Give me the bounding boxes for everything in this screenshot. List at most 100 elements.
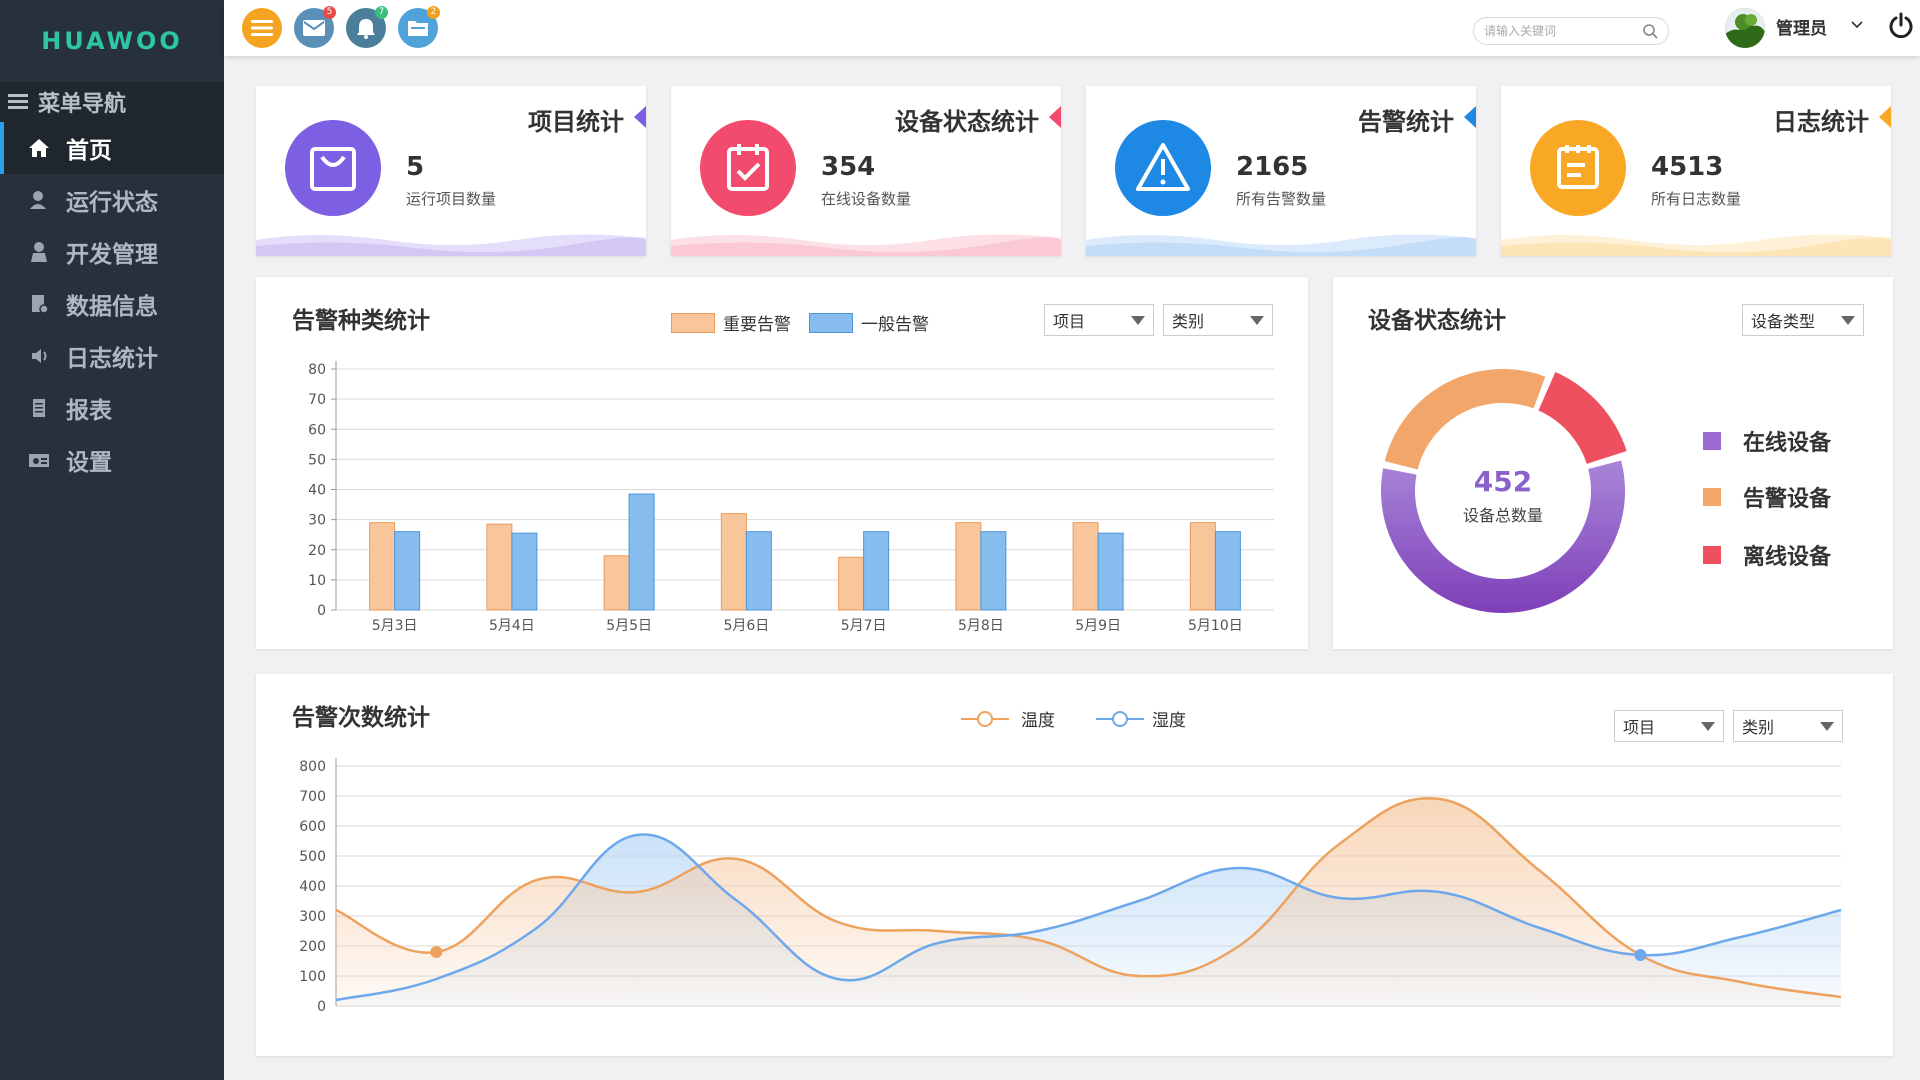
alarm-count-area-chart: 0 100 200 300 400 500 600 700 800 bbox=[299, 758, 1842, 1015]
power-icon[interactable] bbox=[1888, 12, 1914, 40]
folder-icon[interactable]: 2 bbox=[398, 6, 440, 48]
legend-label: 在线设备 bbox=[1743, 431, 1832, 456]
y-tick-label: 80 bbox=[308, 362, 326, 378]
area-fill bbox=[336, 798, 1841, 1006]
y-tick-label: 0 bbox=[317, 603, 326, 619]
alarm-type-panel: 告警种类统计 重要告警 一般告警 项目 类别 0 10 20 30 40 50 60 70 80… bbox=[256, 277, 1308, 649]
card-corner-marker bbox=[1464, 106, 1476, 128]
home-icon bbox=[28, 137, 50, 159]
stat-title: 项目统计 bbox=[528, 108, 624, 136]
y-tick-label: 100 bbox=[299, 969, 326, 985]
alarm-type-bar-chart: 0 10 20 30 40 50 60 70 80 5月3日 5月4日 5月5日 5月6日 5月7日 5月8… bbox=[308, 361, 1274, 634]
bar bbox=[955, 522, 982, 611]
donut-slice bbox=[1384, 369, 1546, 470]
x-tick-label: 5月9日 bbox=[1075, 618, 1121, 634]
legend-label: 告警设备 bbox=[1743, 487, 1832, 512]
app-logo[interactable]: HUAWOO bbox=[0, 0, 224, 82]
sidebar-item-label: 首页 bbox=[66, 138, 112, 164]
nav-header-label: 菜单导航 bbox=[38, 92, 127, 117]
legend-swatch bbox=[1703, 488, 1721, 506]
legend-item-alarm[interactable]: 告警设备 bbox=[1703, 481, 1831, 513]
alarm-count-panel: 告警次数统计 温度 湿度 项目 类别 0 100 200 300 400 500 600 70… bbox=[256, 674, 1893, 1056]
legend-label: 离线设备 bbox=[1743, 545, 1832, 570]
x-tick-label: 5月8日 bbox=[958, 618, 1004, 634]
top-header: 5 7 2 管理员 bbox=[224, 0, 1920, 56]
card-corner-marker bbox=[1049, 106, 1061, 128]
sidebar-item-settings[interactable]: 设置 bbox=[0, 434, 224, 486]
bar bbox=[980, 531, 1007, 611]
sidebar-item-label: 设置 bbox=[66, 450, 112, 476]
stat-desc: 所有告警数量 bbox=[1236, 190, 1327, 208]
stat-card-alarms: 告警统计 2165 所有告警数量 bbox=[1086, 86, 1476, 256]
bar bbox=[1214, 531, 1241, 611]
user-status-icon bbox=[28, 189, 50, 211]
warning-icon bbox=[1115, 120, 1211, 216]
sidebar-item-data-info[interactable]: 数据信息 bbox=[0, 278, 224, 330]
y-tick-label: 50 bbox=[308, 452, 326, 468]
bar bbox=[369, 522, 396, 611]
stat-desc: 所有日志数量 bbox=[1651, 190, 1742, 208]
nav-header: 菜单导航 bbox=[0, 82, 224, 122]
bar bbox=[486, 523, 513, 611]
bar bbox=[1072, 522, 1099, 611]
x-tick-label: 5月4日 bbox=[489, 618, 535, 634]
x-tick-label: 5月6日 bbox=[723, 618, 769, 634]
y-tick-label: 70 bbox=[308, 392, 326, 408]
legend-swatch bbox=[1703, 546, 1721, 564]
sidebar-item-home[interactable]: 首页 bbox=[0, 122, 224, 174]
card-corner-marker bbox=[1879, 106, 1891, 128]
donut-center-label: 设备总数量 bbox=[1462, 506, 1543, 525]
stat-desc: 在线设备数量 bbox=[821, 190, 912, 208]
search-icon[interactable] bbox=[1642, 23, 1658, 39]
select-value: 设备类型 bbox=[1751, 312, 1816, 331]
mail-icon[interactable]: 5 bbox=[294, 6, 336, 48]
search-input[interactable] bbox=[1484, 24, 1644, 38]
y-tick-label: 700 bbox=[299, 789, 326, 805]
data-point bbox=[1634, 949, 1647, 961]
y-tick-label: 40 bbox=[308, 483, 326, 499]
y-tick-label: 600 bbox=[299, 819, 326, 835]
sidebar-item-label: 数据信息 bbox=[66, 294, 158, 320]
sidebar-item-label: 运行状态 bbox=[66, 190, 158, 216]
speaker-icon bbox=[28, 345, 50, 367]
avatar[interactable] bbox=[1725, 8, 1765, 48]
username[interactable]: 管理员 bbox=[1776, 14, 1827, 39]
stat-desc: 运行项目数量 bbox=[406, 190, 497, 208]
y-tick-label: 30 bbox=[308, 513, 326, 529]
bell-badge: 7 bbox=[375, 6, 388, 19]
y-tick-label: 500 bbox=[299, 849, 326, 865]
donut-center-value: 452 bbox=[1473, 465, 1533, 498]
sidebar-item-label: 报表 bbox=[66, 398, 112, 424]
menu-icon[interactable] bbox=[242, 8, 282, 48]
stat-value: 4513 bbox=[1651, 152, 1724, 182]
report-icon bbox=[28, 397, 50, 419]
legend-swatch bbox=[1703, 432, 1721, 450]
sidebar-item-dev-management[interactable]: 开发管理 bbox=[0, 226, 224, 278]
bar bbox=[511, 532, 538, 611]
chevron-down-icon bbox=[1841, 316, 1855, 325]
sidebar-item-report[interactable]: 报表 bbox=[0, 382, 224, 434]
sidebar-item-label: 开发管理 bbox=[66, 242, 158, 268]
chevron-down-icon[interactable] bbox=[1851, 20, 1863, 30]
stat-card-projects: 项目统计 5 运行项目数量 bbox=[256, 86, 646, 256]
stat-title: 设备状态统计 bbox=[895, 108, 1039, 136]
x-tick-label: 5月5日 bbox=[606, 618, 652, 634]
device-type-select[interactable]: 设备类型 bbox=[1742, 304, 1864, 336]
bar bbox=[720, 513, 747, 611]
sidebar-item-label: 日志统计 bbox=[66, 346, 158, 372]
bar bbox=[1097, 532, 1124, 611]
x-tick-label: 5月10日 bbox=[1188, 618, 1243, 634]
card-wave bbox=[256, 234, 646, 256]
bell-icon[interactable]: 7 bbox=[346, 6, 388, 48]
donut-center: 452 设备总数量 bbox=[1333, 465, 1673, 526]
device-status-donut-chart bbox=[1381, 369, 1627, 614]
sidebar-item-log-stats[interactable]: 日志统计 bbox=[0, 330, 224, 382]
sidebar-item-run-status[interactable]: 运行状态 bbox=[0, 174, 224, 226]
mail-badge: 5 bbox=[323, 6, 336, 19]
legend-item-online[interactable]: 在线设备 bbox=[1703, 425, 1831, 457]
menu-list-icon bbox=[8, 94, 28, 110]
y-tick-label: 20 bbox=[308, 543, 326, 559]
legend-item-offline[interactable]: 离线设备 bbox=[1703, 539, 1831, 571]
bar bbox=[628, 493, 655, 611]
card-corner-marker bbox=[634, 106, 646, 128]
